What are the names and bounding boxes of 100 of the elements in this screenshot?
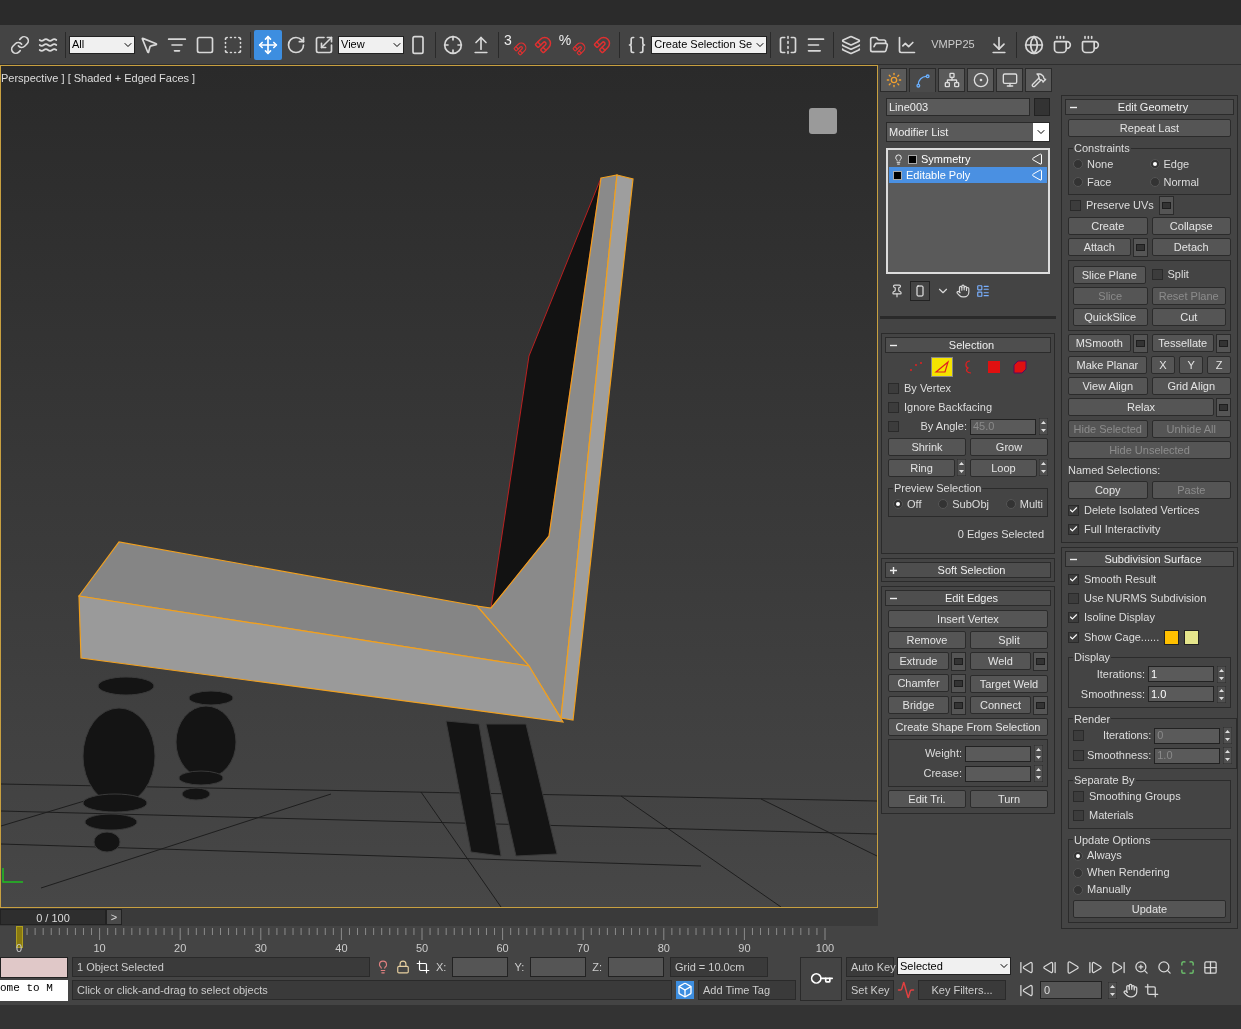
radio-button[interactable] (1073, 867, 1083, 878)
rollout-header[interactable]: Selection (885, 337, 1051, 353)
current-frame-field[interactable]: 0 (1040, 981, 1102, 999)
checkbox[interactable] (1068, 592, 1079, 604)
key-filters-button[interactable]: Key Filters... (918, 980, 1006, 1000)
listener-output[interactable]: ome to M (0, 980, 68, 1001)
x-coordinate-field[interactable] (452, 957, 509, 977)
panel-button[interactable]: X (1150, 355, 1175, 374)
panel-button[interactable]: Remove (888, 631, 966, 649)
script-input-field[interactable] (0, 957, 68, 978)
named-selection-dropdown[interactable]: Create Selection Se (651, 35, 768, 54)
radio-button[interactable] (1149, 177, 1160, 187)
spinner-field[interactable]: 1 (1148, 666, 1214, 682)
panel-button[interactable]: Make Planar (1068, 355, 1147, 374)
panel-button[interactable]: Target Weld (970, 674, 1048, 693)
set-key-button[interactable]: Set Key (846, 980, 894, 1000)
panel-button[interactable]: MSmooth (1068, 333, 1131, 352)
selection-filter-dropdown[interactable]: All (69, 35, 135, 54)
viewport-label[interactable]: Perspective ] [ Shaded + Edged Faces ] (1, 70, 196, 87)
panel-button[interactable]: Create Shape From Selection (888, 718, 1048, 736)
panel-button[interactable]: Detach (1151, 238, 1231, 256)
panel-button[interactable]: Copy (1068, 481, 1148, 499)
panel-button[interactable]: Create (1068, 216, 1148, 235)
spinner-field[interactable] (965, 745, 1031, 762)
checkbox[interactable] (1073, 791, 1084, 802)
key-mode-dropdown[interactable]: Selected (897, 957, 1011, 975)
panel-button[interactable]: Z (1207, 355, 1231, 374)
panel-button[interactable]: Weld (970, 652, 1031, 670)
rollout-header[interactable]: Edit Edges (885, 590, 1051, 606)
radio-button[interactable] (1005, 499, 1016, 509)
checkbox[interactable] (1068, 523, 1079, 535)
panel-button[interactable]: Shrink (888, 438, 966, 456)
panel-button[interactable]: Attach (1068, 237, 1131, 256)
rollout-header[interactable]: Subdivision Surface (1065, 551, 1234, 567)
panel-button[interactable]: Grid Align (1151, 376, 1231, 395)
spinner-arrows-icon[interactable] (1039, 418, 1048, 435)
panel-button[interactable]: Chamfer (888, 674, 949, 692)
panel-button[interactable]: Turn (970, 790, 1048, 808)
panel-button[interactable]: Repeat Last (1068, 119, 1231, 137)
percent-snap-button[interactable]: % (556, 29, 589, 60)
frame-counter[interactable]: 0 / 100 (0, 909, 106, 925)
object-color-swatch[interactable] (1034, 98, 1050, 116)
object-name-field[interactable]: Line003 (886, 98, 1030, 116)
spinner-arrows-icon[interactable] (1217, 685, 1226, 703)
panel-button[interactable]: Slice Plane (1073, 265, 1146, 284)
checkbox[interactable] (1068, 631, 1079, 643)
checkbox[interactable] (1151, 269, 1163, 280)
panel-button[interactable]: Y (1179, 355, 1204, 374)
y-coordinate-field[interactable] (530, 957, 587, 977)
coordinate-system-dropdown[interactable]: View (338, 35, 404, 54)
checkbox[interactable] (1070, 200, 1081, 211)
checkbox[interactable] (1068, 611, 1079, 623)
panel-button[interactable]: Ring (888, 459, 955, 477)
radio-button[interactable] (1073, 850, 1083, 861)
checkbox[interactable] (1073, 810, 1084, 821)
spinner-arrows-icon[interactable] (1223, 747, 1233, 764)
panel-button[interactable]: QuickSlice (1073, 307, 1148, 326)
panel-tab[interactable] (1025, 68, 1052, 92)
move-tool-button[interactable] (254, 29, 282, 60)
radio-button[interactable] (1073, 177, 1083, 187)
spinner-arrows-icon[interactable] (1034, 765, 1043, 782)
radio-button[interactable] (1073, 159, 1083, 169)
auto-key-button[interactable]: Auto Key (846, 957, 894, 977)
checkbox[interactable] (888, 382, 899, 394)
panel-button[interactable]: Update (1073, 900, 1226, 918)
panel-button[interactable]: Loop (970, 459, 1037, 477)
panel-tab[interactable] (938, 68, 965, 92)
panel-button[interactable]: Insert Vertex (888, 610, 1048, 628)
edge-mode-button[interactable] (931, 357, 953, 377)
panel-tab[interactable] (996, 68, 1023, 92)
stack-item[interactable]: Editable Poly (889, 167, 1047, 183)
spinner-field[interactable]: 1.0 (1148, 686, 1214, 702)
color-swatch[interactable] (1184, 629, 1200, 645)
panel-button[interactable]: Bridge (888, 696, 949, 714)
modifier-list-dropdown[interactable]: Modifier List (886, 122, 1050, 142)
spinner-arrows-icon[interactable] (1039, 459, 1048, 476)
radio-button[interactable] (893, 499, 903, 509)
spinner-arrows-icon[interactable] (1108, 981, 1117, 999)
snap-toggle-button[interactable]: 3 (502, 29, 529, 60)
stack-item[interactable]: Symmetry (889, 151, 1047, 167)
checkbox[interactable] (1068, 573, 1079, 585)
panel-button[interactable]: Grow (970, 438, 1048, 456)
panel-tab[interactable] (880, 68, 907, 92)
panel-button[interactable]: Relax (1068, 397, 1214, 416)
spinner-arrows-icon[interactable] (1217, 665, 1226, 683)
key-mode-button[interactable] (800, 957, 842, 1001)
panel-tab[interactable] (967, 68, 994, 92)
rollout-header[interactable]: Soft Selection (885, 562, 1051, 578)
spinner-arrows-icon[interactable] (1034, 745, 1043, 762)
add-time-tag-button[interactable]: Add Time Tag (698, 980, 796, 1000)
rollout-header[interactable]: Edit Geometry (1065, 99, 1234, 115)
radio-button[interactable] (1149, 159, 1160, 169)
panel-button[interactable]: Edit Tri. (888, 790, 966, 808)
panel-tab[interactable] (909, 68, 936, 92)
panel-button[interactable]: Extrude (888, 652, 949, 670)
spinner-field[interactable] (965, 765, 1031, 782)
radio-button[interactable] (1073, 884, 1083, 895)
panel-button[interactable]: Cut (1151, 307, 1226, 326)
z-coordinate-field[interactable] (608, 957, 664, 977)
spinner-arrows-icon[interactable] (1223, 727, 1233, 744)
